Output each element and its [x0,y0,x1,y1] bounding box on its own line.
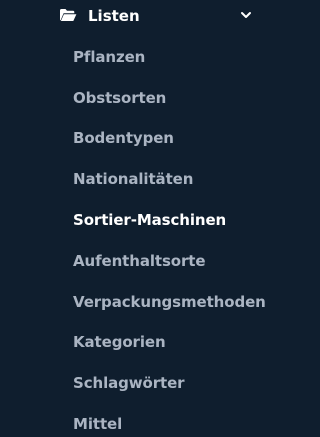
section-toggle-listen[interactable]: Listen [0,0,261,34]
menu-item-kategorien[interactable]: Kategorien [0,321,261,361]
section-label: Listen [88,7,140,25]
menu-item-label: Obstsorten [73,89,167,107]
menu-item-mittel[interactable]: Mittel [0,403,261,437]
folder-open-icon [60,9,77,21]
sidebar: Listen Pflanzen Obstsorten Bodentypen Na… [0,0,266,437]
menu-item-label: Mittel [73,415,123,433]
menu-item-schlagwoerter[interactable]: Schlagwörter [0,362,261,402]
menu-item-label: Aufenthaltsorte [73,252,206,270]
menu-item-label: Nationalitäten [73,170,194,188]
menu-item-aufenthaltsorte[interactable]: Aufenthaltsorte [0,240,261,280]
menu-item-label: Sortier-Maschinen [73,211,227,229]
menu-item-label: Kategorien [73,333,166,351]
menu-item-label: Bodentypen [73,129,174,147]
chevron-down-icon[interactable] [240,10,252,20]
menu-item-nationalitaeten[interactable]: Nationalitäten [0,158,261,198]
menu-item-label: Verpackungsmethoden [73,293,266,311]
menu-item-label: Schlagwörter [73,374,185,392]
menu-item-verpackungsmethoden[interactable]: Verpackungsmethoden [0,281,266,321]
menu-item-label: Pflanzen [73,48,146,66]
menu-item-pflanzen[interactable]: Pflanzen [0,36,261,76]
menu-item-sortier-maschinen[interactable]: Sortier-Maschinen [0,199,261,239]
menu-item-obstsorten[interactable]: Obstsorten [0,77,261,117]
menu-item-bodentypen[interactable]: Bodentypen [0,117,261,157]
